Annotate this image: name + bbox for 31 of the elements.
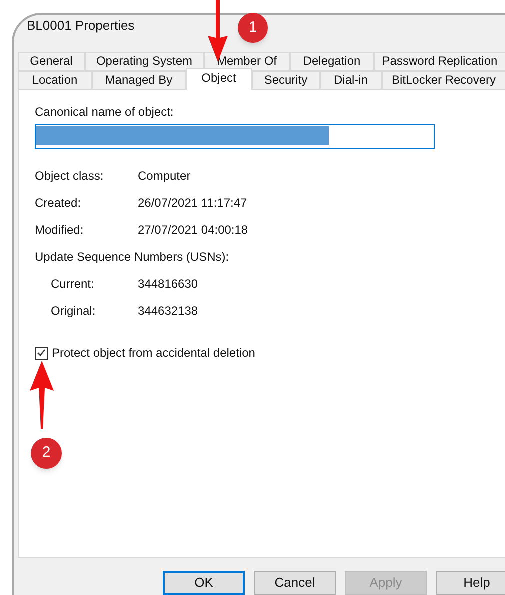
dialog-button[interactable]: Help bbox=[436, 571, 505, 595]
dialog-button[interactable]: Cancel bbox=[254, 571, 336, 595]
field-label: Canonical name of object: bbox=[35, 104, 175, 119]
usn-label: Current: bbox=[51, 276, 96, 291]
usn-label: Original: bbox=[51, 303, 97, 318]
tab[interactable]: Object bbox=[186, 68, 252, 90]
usn-value: 344632138 bbox=[138, 303, 198, 318]
tab[interactable]: BitLocker Recovery bbox=[382, 71, 505, 90]
tab[interactable]: Delegation bbox=[290, 52, 374, 71]
property-value: 27/07/2021 04:00:18 bbox=[138, 222, 248, 237]
checkmark-icon bbox=[37, 349, 46, 357]
property-value: Computer bbox=[138, 168, 191, 183]
arrow-icon bbox=[29, 361, 55, 429]
tab[interactable]: Password Replication bbox=[374, 52, 505, 71]
window-title: BL0001 Properties bbox=[27, 17, 135, 35]
usn-heading: Update Sequence Numbers (USNs): bbox=[35, 249, 230, 264]
usn-value: 344816630 bbox=[138, 276, 198, 291]
property-label: Object class: bbox=[35, 168, 105, 183]
tab[interactable]: Managed By bbox=[92, 71, 186, 90]
tab[interactable]: General bbox=[18, 52, 85, 71]
checkbox-label: Protect object from accidental deletion bbox=[52, 345, 256, 362]
property-value: 26/07/2021 11:17:47 bbox=[138, 195, 248, 210]
tab[interactable]: Dial-in bbox=[320, 71, 382, 90]
canonical-name-field[interactable] bbox=[35, 124, 435, 149]
property-label: Modified: bbox=[35, 222, 85, 237]
checkbox[interactable] bbox=[35, 346, 48, 360]
property-label: Created: bbox=[35, 195, 82, 210]
dialog-button[interactable]: OK bbox=[163, 571, 245, 595]
tab[interactable]: Location bbox=[18, 71, 92, 90]
tab[interactable]: Security bbox=[252, 71, 320, 90]
tab[interactable]: Operating System bbox=[85, 52, 204, 71]
